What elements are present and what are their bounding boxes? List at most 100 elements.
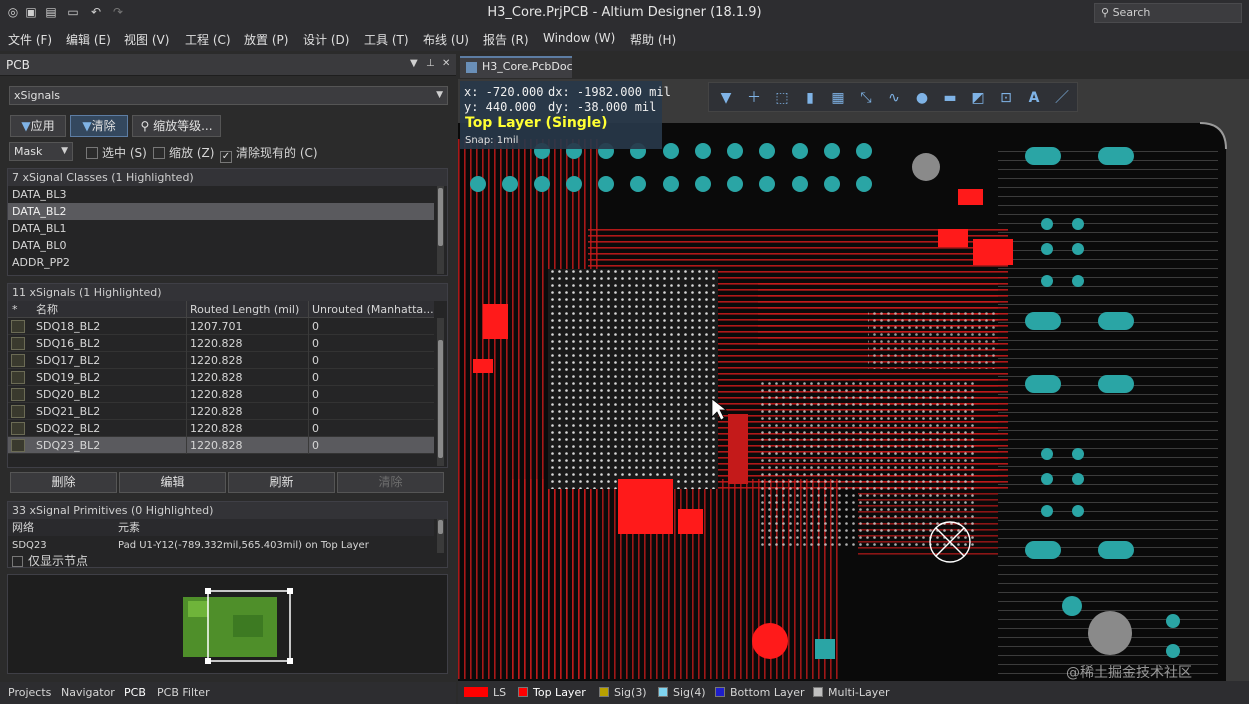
list-item[interactable]: DATA_BL3 xyxy=(8,186,434,203)
menu-view[interactable]: 视图 (V) xyxy=(124,31,169,48)
panel-menu-icon[interactable]: ▼ xyxy=(410,58,418,69)
watermark: @稀土掘金技术社区 xyxy=(1066,665,1192,681)
list-item[interactable]: DATA_BL0 xyxy=(8,237,434,254)
tab-projects[interactable]: Projects xyxy=(8,686,51,699)
signal-color-swatch[interactable] xyxy=(11,371,25,384)
hud-x: x: -720.000 xyxy=(464,85,544,99)
scrollbar-thumb[interactable] xyxy=(438,188,443,246)
document-tab[interactable]: H3_Core.PcbDoc xyxy=(460,56,573,78)
menu-route[interactable]: 布线 (U) xyxy=(423,31,469,48)
clear-existing-checkbox[interactable]: ✓ 清除现有的 (C) xyxy=(220,144,318,163)
col-name[interactable]: 名称 xyxy=(36,301,186,318)
component-icon[interactable]: ▦ xyxy=(828,88,848,108)
close-icon[interactable]: ✕ xyxy=(442,58,450,69)
layer-tab-bottom[interactable]: Bottom Layer xyxy=(715,685,805,700)
menu-design[interactable]: 设计 (D) xyxy=(303,31,349,48)
apply-label: 应用 xyxy=(30,119,55,133)
layer-tab-top[interactable]: Top Layer xyxy=(518,685,586,700)
layer-tab-sig4[interactable]: Sig(4) xyxy=(658,685,706,700)
col-unrouted[interactable]: Unrouted (Manhatta... xyxy=(308,301,434,318)
table-row[interactable]: SDQ21_BL2 1220.828 0 xyxy=(8,403,434,420)
menu-project[interactable]: 工程 (C) xyxy=(185,31,231,48)
tab-navigator[interactable]: Navigator xyxy=(61,686,115,699)
signal-name: SDQ20_BL2 xyxy=(36,388,101,401)
zoom-level-button[interactable]: ⚲ 缩放等级... xyxy=(132,115,221,137)
pad-icon[interactable]: ● xyxy=(912,88,932,108)
refresh-button[interactable]: 刷新 xyxy=(228,472,335,493)
pin-icon[interactable]: ⊥ xyxy=(426,58,435,69)
signal-color-swatch[interactable] xyxy=(11,320,25,333)
xsignal-classes-list: 7 xSignal Classes (1 Highlighted) DATA_B… xyxy=(7,168,448,276)
minimap-handle[interactable] xyxy=(205,658,211,664)
delete-button[interactable]: 删除 xyxy=(10,472,117,493)
route-icon[interactable]: ⤡ xyxy=(856,88,876,108)
signal-color-swatch[interactable] xyxy=(11,354,25,367)
layer-tab-ls[interactable]: LS xyxy=(464,685,506,700)
scrollbar-thumb[interactable] xyxy=(438,520,443,534)
menu-window[interactable]: Window (W) xyxy=(543,31,615,45)
menu-file[interactable]: 文件 (F) xyxy=(8,31,52,48)
region-icon[interactable]: ◩ xyxy=(968,88,988,108)
table-row[interactable]: SDQ22_BL2 1220.828 0 xyxy=(8,420,434,437)
table-row[interactable]: SDQ23 Pad U1-Y12(-789.332mil,565.403mil)… xyxy=(8,537,434,554)
menu-help[interactable]: 帮助 (H) xyxy=(630,31,676,48)
tab-pcb[interactable]: PCB xyxy=(124,686,146,699)
select-rect-icon[interactable]: ⬚ xyxy=(772,88,792,108)
layer-tab-sig3[interactable]: Sig(3) xyxy=(599,685,647,700)
chart-icon[interactable]: ▮ xyxy=(800,88,820,108)
table-row[interactable]: SDQ19_BL2 1220.828 0 xyxy=(8,369,434,386)
signal-routed: 1220.828 xyxy=(186,352,306,369)
menu-place[interactable]: 放置 (P) xyxy=(244,31,288,48)
minimap-handle[interactable] xyxy=(205,588,211,594)
minimap-handle[interactable] xyxy=(287,658,293,664)
menu-tools[interactable]: 工具 (T) xyxy=(364,31,409,48)
table-row[interactable]: SDQ18_BL2 1207.701 0 xyxy=(8,318,434,335)
apply-button[interactable]: ▼应用 xyxy=(10,115,66,137)
signal-color-swatch[interactable] xyxy=(11,405,25,418)
list-item[interactable]: DATA_BL2 xyxy=(8,203,434,220)
minimap-handle[interactable] xyxy=(287,588,293,594)
clear-disabled-button[interactable]: 清除 xyxy=(337,472,444,493)
interactive-route-icon[interactable]: ∿ xyxy=(884,88,904,108)
filter-icon: ▼ xyxy=(21,119,31,133)
zoom-checkbox[interactable]: 缩放 (Z) xyxy=(153,144,214,161)
layer-tab-multi[interactable]: Multi-Layer xyxy=(813,685,890,700)
board-minimap[interactable] xyxy=(7,574,448,674)
dimension-icon[interactable]: ⊡ xyxy=(996,88,1016,108)
signal-color-swatch[interactable] xyxy=(11,439,25,452)
col-routed-length[interactable]: Routed Length (mil) xyxy=(186,301,306,318)
scrollbar[interactable] xyxy=(437,318,444,466)
select-checkbox[interactable]: 选中 (S) xyxy=(86,144,147,161)
filter-icon[interactable]: ▼ xyxy=(716,88,736,108)
scrollbar-thumb[interactable] xyxy=(438,340,443,458)
mask-select[interactable]: Mask ▼ xyxy=(9,142,73,161)
primitive-net: SDQ23 xyxy=(12,540,47,551)
menu-edit[interactable]: 编辑 (E) xyxy=(66,31,111,48)
clear-button[interactable]: ▼清除 xyxy=(70,115,128,137)
cross-icon[interactable]: ＋ xyxy=(744,88,764,108)
table-row[interactable]: SDQ17_BL2 1220.828 0 xyxy=(8,352,434,369)
search-input[interactable]: ⚲ Search xyxy=(1094,3,1242,23)
scrollbar[interactable] xyxy=(437,519,444,553)
mode-select[interactable]: xSignals ▼ xyxy=(9,86,448,105)
list-item[interactable]: ADDR_PP2 xyxy=(8,254,434,271)
signal-color-swatch[interactable] xyxy=(11,388,25,401)
layer-label: Multi-Layer xyxy=(828,686,890,699)
pcb-canvas[interactable] xyxy=(458,79,1249,681)
signal-routed: 1220.828 xyxy=(186,420,306,437)
scrollbar[interactable] xyxy=(437,186,444,274)
signal-color-swatch[interactable] xyxy=(11,337,25,350)
line-icon[interactable]: ／ xyxy=(1052,88,1072,108)
menu-reports[interactable]: 报告 (R) xyxy=(483,31,529,48)
table-row[interactable]: SDQ23_BL2 1220.828 0 xyxy=(8,437,434,454)
fill-icon[interactable]: ▬ xyxy=(940,88,960,108)
only-nodes-checkbox[interactable]: 仅显示节点 xyxy=(8,553,434,570)
signal-color-swatch[interactable] xyxy=(11,422,25,435)
tab-pcb-filter[interactable]: PCB Filter xyxy=(157,686,210,699)
table-row[interactable]: SDQ16_BL2 1220.828 0 xyxy=(8,335,434,352)
text-icon[interactable]: A xyxy=(1024,88,1044,108)
list-item[interactable]: DATA_BL1 xyxy=(8,220,434,237)
signal-routed: 1220.828 xyxy=(186,335,306,352)
table-row[interactable]: SDQ20_BL2 1220.828 0 xyxy=(8,386,434,403)
edit-button[interactable]: 编辑 xyxy=(119,472,226,493)
